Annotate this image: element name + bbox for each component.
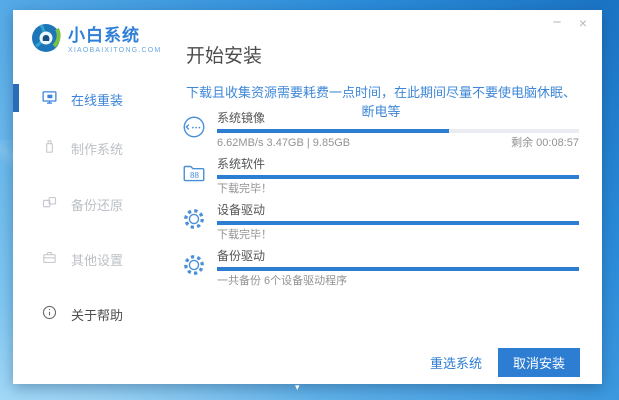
usb-drive-icon xyxy=(41,138,58,158)
sidebar-item-label: 其他设置 xyxy=(71,250,123,269)
task-detail-left: 6.62MB/s 3.47GB | 9.85GB xyxy=(217,136,350,150)
sidebar-item-online-reinstall[interactable]: 在线重装 xyxy=(41,86,171,112)
task-time-remaining: 剩余 00:08:57 xyxy=(511,136,579,150)
task-backup-drivers: 备份驱动 一共备份 6个设备驱动程序 xyxy=(181,249,579,288)
sidebar-item-label: 制作系统 xyxy=(71,139,123,158)
active-item-accent-bar xyxy=(13,84,19,112)
sidebar-item-backup-restore[interactable]: 备份还原 xyxy=(41,191,171,217)
progress-fill xyxy=(217,129,449,133)
task-name: 系统镜像 xyxy=(217,111,579,126)
task-detail-left: 下载完毕！ xyxy=(217,228,272,242)
task-list: 系统镜像 6.62MB/s 3.47GB | 9.85GB 剩余 00:08:5… xyxy=(181,111,579,295)
sidebar-item-label: 在线重装 xyxy=(71,90,123,109)
task-name: 设备驱动 xyxy=(217,203,579,218)
app-logo: 小白系统 XIAOBAIXITONG.COM xyxy=(30,22,161,59)
progress-bar xyxy=(217,175,579,179)
taskbar-hide-marker: ▾ xyxy=(295,383,300,392)
gear-icon xyxy=(181,252,207,278)
page-title: 开始安装 xyxy=(186,41,262,68)
task-name: 系统软件 xyxy=(217,157,579,172)
progress-bar xyxy=(217,267,579,271)
close-button[interactable]: × xyxy=(572,12,594,34)
sidebar-item-other-settings[interactable]: 其他设置 xyxy=(41,246,171,272)
brand-domain: XIAOBAIXITONG.COM xyxy=(68,47,161,54)
task-name: 备份驱动 xyxy=(217,249,579,264)
software-folder-icon: 88 xyxy=(181,160,207,186)
globe-logo-icon xyxy=(30,22,62,59)
progress-fill xyxy=(217,175,579,179)
sidebar-item-label: 关于帮助 xyxy=(71,305,123,324)
monitor-reinstall-icon xyxy=(41,89,58,109)
sidebar-item-make-system[interactable]: 制作系统 xyxy=(41,135,171,161)
brand-name: 小白系统 xyxy=(68,27,161,45)
gear-icon xyxy=(181,206,207,232)
progress-bar xyxy=(217,221,579,225)
task-detail-left: 下载完毕！ xyxy=(217,182,272,196)
face-chat-icon xyxy=(181,114,207,140)
installer-window: − × 小白系统 XIAOBAIXITONG.COM 开始安装 在线 xyxy=(13,10,602,384)
sidebar-item-about-help[interactable]: 关于帮助 xyxy=(41,301,171,327)
task-system-image: 系统镜像 6.62MB/s 3.47GB | 9.85GB 剩余 00:08:5… xyxy=(181,111,579,150)
sidebar-item-label: 备份还原 xyxy=(71,195,123,214)
svg-text:88: 88 xyxy=(190,171,200,180)
minimize-button[interactable]: − xyxy=(546,12,568,34)
toolbox-icon xyxy=(41,249,58,269)
task-detail-left: 一共备份 6个设备驱动程序 xyxy=(217,274,347,288)
info-icon xyxy=(41,304,58,324)
progress-fill xyxy=(217,221,579,225)
reselect-system-button[interactable]: 重选系统 xyxy=(430,353,482,372)
progress-bar xyxy=(217,129,579,133)
progress-fill xyxy=(217,267,579,271)
cancel-install-button[interactable]: 取消安装 xyxy=(498,348,580,377)
task-device-drivers: 设备驱动 下载完毕！ xyxy=(181,203,579,242)
footer-actions: 重选系统 取消安装 xyxy=(430,348,580,377)
task-system-software: 88 系统软件 下载完毕！ xyxy=(181,157,579,196)
backup-restore-icon xyxy=(41,194,58,214)
